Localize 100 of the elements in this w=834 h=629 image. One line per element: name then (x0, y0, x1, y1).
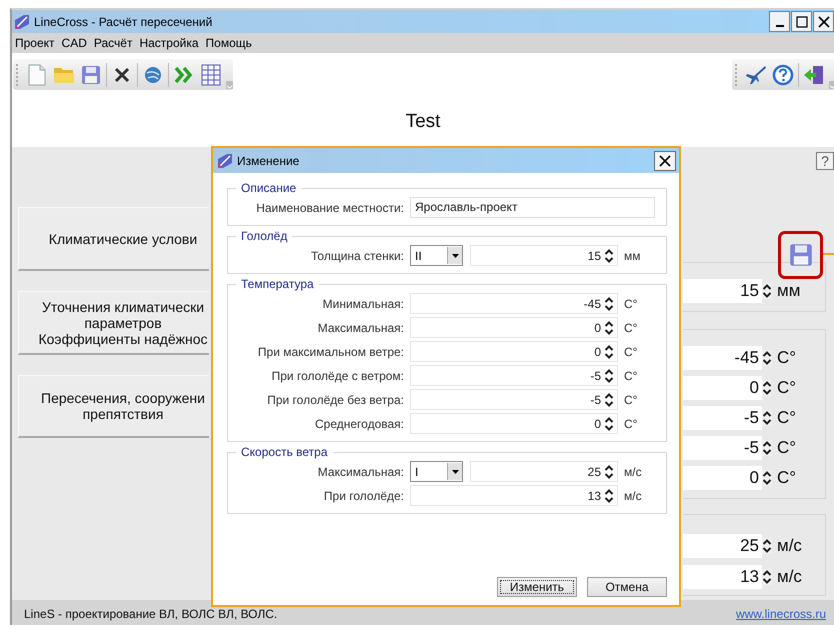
dropdown-arrow-icon[interactable] (452, 254, 458, 258)
field-label: Минимальная: (322, 296, 404, 310)
spinner-icon[interactable] (762, 538, 772, 554)
maximize-icon (796, 16, 808, 28)
spin-field[interactable]: -5 (683, 406, 762, 430)
spinner-icon[interactable] (762, 283, 772, 299)
section-button[interactable]: Пересечения, сооружени препятствия (18, 375, 209, 438)
spin-field[interactable]: -5 (410, 365, 618, 386)
dropdown[interactable]: II (410, 245, 463, 266)
unit-label: мм (777, 281, 800, 301)
maximize-button[interactable] (791, 11, 812, 32)
dropdown-arrow-icon[interactable] (452, 470, 458, 474)
spinner-icon[interactable] (762, 380, 772, 396)
minimize-icon (776, 25, 784, 27)
leader-line (823, 253, 834, 255)
close-icon (816, 14, 830, 28)
spinner-icon[interactable] (604, 368, 614, 384)
spin-field[interactable]: 15 (470, 245, 618, 266)
field-label: Толщина стенки: (310, 248, 404, 262)
dialog-title: Изменение (237, 154, 300, 168)
menu-item[interactable]: Настройка (139, 36, 199, 50)
spinner-icon[interactable] (604, 344, 614, 360)
group-title: Гололёд (240, 229, 288, 243)
sphere-icon[interactable] (143, 64, 163, 84)
unit-label: C° (624, 416, 638, 430)
unit-label: м/с (777, 567, 802, 587)
spinner-icon[interactable] (604, 488, 614, 504)
field-label: Максимальная: (316, 320, 404, 334)
status-text: LineS - проектирование ВЛ, ВОЛС ВЛ, ВОЛС. (24, 607, 278, 621)
section-button[interactable]: Климатические услови (18, 207, 209, 271)
spin-field[interactable]: 0 (683, 376, 762, 400)
field-label: При гололёде без ветра: (266, 392, 404, 406)
menu-item[interactable]: Помощь (206, 36, 252, 50)
spinner-icon[interactable] (762, 569, 772, 585)
spinner-icon[interactable] (762, 410, 772, 426)
dropdown[interactable]: I (410, 461, 463, 482)
exit-door-icon[interactable] (803, 64, 825, 86)
unit-label: м/с (624, 488, 642, 502)
spin-field[interactable]: 15 (683, 279, 762, 303)
unit-label: C° (777, 348, 796, 368)
spin-field[interactable]: 0 (410, 317, 618, 338)
help-button[interactable]: ? (816, 152, 834, 170)
close-icon[interactable] (113, 66, 131, 84)
spin-field[interactable]: -5 (410, 389, 618, 410)
field-label: При гололёде с ветром: (270, 368, 404, 382)
help-icon[interactable] (772, 64, 794, 86)
unit-label: м/с (624, 464, 642, 478)
unit-label: C° (777, 438, 796, 458)
window-title: LineCross - Расчёт пересечений (34, 14, 214, 28)
spin-field[interactable]: 25 (683, 534, 762, 558)
table-icon[interactable] (201, 64, 221, 86)
close-button[interactable] (654, 150, 676, 170)
website-link[interactable]: www.linecross.ru (736, 607, 826, 621)
spinner-icon[interactable] (604, 296, 614, 312)
spin-field[interactable]: -5 (683, 436, 762, 460)
field-label: При максимальном ветре: (256, 344, 404, 358)
field-label: При гололёде: (322, 488, 404, 502)
spinner-icon[interactable] (762, 470, 772, 486)
spin-field[interactable]: -45 (683, 346, 762, 370)
minimize-button[interactable] (769, 11, 790, 32)
spin-field[interactable]: 0 (410, 413, 618, 434)
spin-field[interactable]: 0 (410, 341, 618, 362)
unit-label: м/с (777, 536, 802, 556)
group-title: Скорость ветра (240, 445, 329, 459)
group-title: Описание (240, 181, 298, 195)
unit-label: C° (624, 296, 638, 310)
spinner-icon[interactable] (762, 440, 772, 456)
close-button[interactable] (813, 11, 834, 32)
menu-item[interactable]: Расчёт (94, 36, 132, 50)
group-title: Температура (240, 277, 315, 291)
spinner-icon[interactable] (604, 416, 614, 432)
unit-label: C° (777, 408, 796, 428)
spinner-icon[interactable] (604, 392, 614, 408)
spin-field[interactable]: 25 (470, 461, 618, 482)
spinner-icon[interactable] (604, 464, 614, 480)
text-field[interactable]: Ярославль-проект (410, 197, 655, 218)
field-label: Максимальная: (316, 464, 404, 478)
app-icon (14, 14, 30, 30)
unit-label: C° (624, 344, 638, 358)
menu-item[interactable]: CAD (62, 36, 87, 50)
spinner-icon[interactable] (762, 350, 772, 366)
toolbar-overflow-icon (226, 81, 233, 89)
field-label: Среднегодовая: (314, 416, 404, 430)
spin-field[interactable]: -45 (410, 293, 618, 314)
spinner-icon[interactable] (604, 248, 614, 264)
spinner-icon[interactable] (604, 320, 614, 336)
spin-field[interactable]: 0 (683, 466, 762, 490)
airplane-icon[interactable] (745, 64, 767, 84)
close-icon (659, 154, 671, 166)
double-chevron-icon[interactable] (174, 66, 194, 84)
unit-label: C° (777, 378, 796, 398)
spin-field[interactable]: 13 (410, 485, 618, 506)
spin-field[interactable]: 13 (683, 565, 762, 589)
dialog-button[interactable]: Отмена (587, 577, 667, 597)
menu-item[interactable]: Проект (15, 36, 55, 50)
dialog-button[interactable]: Изменить (497, 577, 577, 597)
section-button[interactable]: Уточнения климатически параметров Коэффициенты надёжнос (18, 291, 209, 355)
unit-label: C° (777, 468, 796, 488)
app-icon (217, 152, 233, 168)
unit-label: C° (624, 368, 638, 382)
